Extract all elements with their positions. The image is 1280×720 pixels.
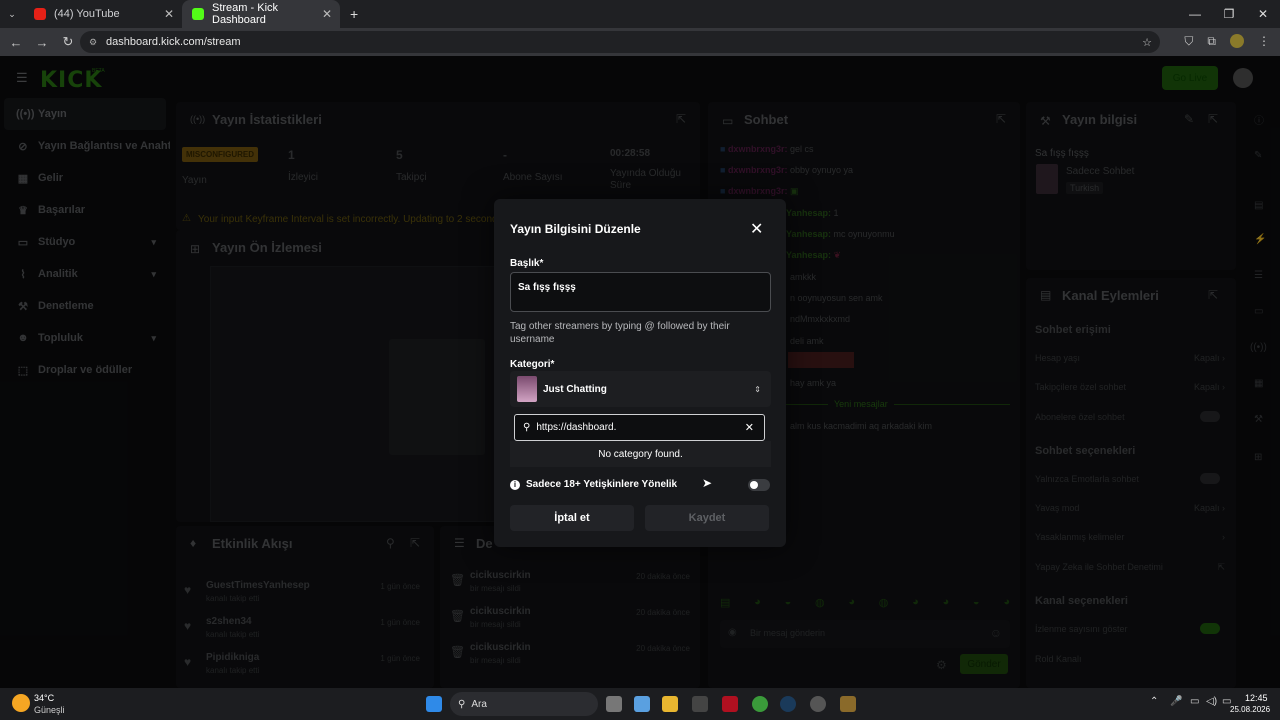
app-icon[interactable] <box>722 696 738 712</box>
store-icon[interactable] <box>692 696 708 712</box>
tab-label: Stream - Kick Dashboard <box>212 2 279 26</box>
edit-stream-info-modal: Yayın Bilgisini Düzenle ✕ Başlık* Sa fış… <box>494 199 786 547</box>
window-controls: — ❐ ✕ <box>1178 0 1280 28</box>
network-icon[interactable]: ▭ <box>1190 696 1199 707</box>
clock-time[interactable]: 12:45 <box>1245 693 1268 703</box>
tab-label: (44) YouTube <box>54 8 120 20</box>
category-label: Kategori* <box>510 359 555 370</box>
profile-icon[interactable] <box>1230 34 1244 48</box>
browser-toolbar-icons: ⛉ ⧉ ⋮ <box>1184 34 1270 49</box>
windows-taskbar: 34°C Güneşli ⚲ Ara ⌃ 🎤 ▭ ◁) ▭ 12:45 25.0… <box>0 688 1280 720</box>
volume-icon[interactable]: ◁) <box>1206 696 1217 707</box>
extensions-icon[interactable]: ⧉ <box>1207 34 1216 49</box>
forward-button[interactable]: → <box>30 35 54 50</box>
adult-only-toggle[interactable] <box>748 479 770 491</box>
browser-tab-strip: ⌄ (44) YouTube ✕ Stream - Kick Dashboard… <box>0 0 1280 28</box>
search-icon: ⚲ <box>458 698 466 710</box>
minimize-button[interactable]: — <box>1178 0 1212 28</box>
search-icon: ⚲ <box>523 422 531 433</box>
clock-date[interactable]: 25.08.2026 <box>1230 705 1270 714</box>
windows-start-icon[interactable] <box>426 696 442 712</box>
url-bar[interactable]: ⚙ dashboard.kick.com/stream ☆ <box>80 31 1160 53</box>
info-icon: i <box>510 479 520 490</box>
category-name: Just Chatting <box>543 383 607 395</box>
microphone-icon[interactable]: 🎤 <box>1170 696 1182 707</box>
taskbar-search[interactable]: ⚲ Ara <box>450 692 598 716</box>
weather-icon <box>12 694 30 712</box>
address-bar-row: ← → ↻ ⚙ dashboard.kick.com/stream ☆ ⛉ ⧉ … <box>0 28 1280 56</box>
menu-icon[interactable]: ⋮ <box>1258 34 1270 49</box>
kick-icon <box>192 8 204 20</box>
close-window-button[interactable]: ✕ <box>1246 0 1280 28</box>
category-select[interactable]: Just Chatting ⇕ <box>510 371 771 407</box>
search-text: https://dashboard. <box>536 422 617 433</box>
app-icon[interactable] <box>810 696 826 712</box>
weather-temp: 34°C <box>34 693 55 703</box>
tab-youtube[interactable]: (44) YouTube ✕ <box>24 0 182 28</box>
tray-chevron-icon[interactable]: ⌃ <box>1150 696 1158 707</box>
modal-title: Yayın Bilgisini Düzenle <box>510 222 641 236</box>
close-tab-icon[interactable]: ✕ <box>322 7 332 21</box>
tab-kick-dashboard[interactable]: Stream - Kick Dashboard ✕ <box>182 0 340 28</box>
extension-shield-icon[interactable]: ⛉ <box>1184 34 1193 49</box>
tab-search-button[interactable]: ⌄ <box>0 9 24 20</box>
adult-only-row: i Sadece 18+ Yetişkinlere Yönelik <box>510 479 677 490</box>
close-tab-icon[interactable]: ✕ <box>164 7 174 21</box>
title-label: Başlık* <box>510 258 544 269</box>
copilot-icon[interactable] <box>634 696 650 712</box>
category-dropdown: No category found. <box>510 441 771 467</box>
reload-button[interactable]: ↻ <box>56 34 80 50</box>
close-icon[interactable]: ✕ <box>750 219 763 239</box>
steam-icon[interactable] <box>780 696 796 712</box>
file-explorer-icon[interactable] <box>662 696 678 712</box>
youtube-icon <box>34 8 46 20</box>
url-text: dashboard.kick.com/stream <box>106 36 241 48</box>
new-tab-button[interactable]: + <box>350 6 358 22</box>
chevron-updown-icon: ⇕ <box>754 384 761 394</box>
no-result-text: No category found. <box>598 448 683 460</box>
category-thumbnail <box>517 376 537 402</box>
maximize-button[interactable]: ❐ <box>1212 0 1246 28</box>
save-button[interactable]: Kaydet <box>645 505 769 531</box>
cancel-button[interactable]: İptal et <box>510 505 634 531</box>
title-hint: Tag other streamers by typing @ followed… <box>510 321 730 345</box>
weather-text: Güneşli <box>34 705 65 715</box>
bookmark-star-icon[interactable]: ☆ <box>1142 36 1152 49</box>
app-icon[interactable] <box>840 696 856 712</box>
category-search-input[interactable]: ⚲ https://dashboard. ✕ <box>514 414 765 441</box>
site-info-icon[interactable]: ⚙ <box>89 37 97 48</box>
clear-search-icon[interactable]: ✕ <box>745 421 754 434</box>
chrome-icon[interactable] <box>752 696 768 712</box>
title-input[interactable]: Sa fışş fışşş <box>510 272 771 312</box>
taskbar-search-text: Ara <box>471 698 487 710</box>
task-view-icon[interactable] <box>606 696 622 712</box>
back-button[interactable]: ← <box>4 35 28 50</box>
adult-label: Sadece 18+ Yetişkinlere Yönelik <box>526 479 678 490</box>
mouse-cursor: ➤ <box>702 476 713 490</box>
